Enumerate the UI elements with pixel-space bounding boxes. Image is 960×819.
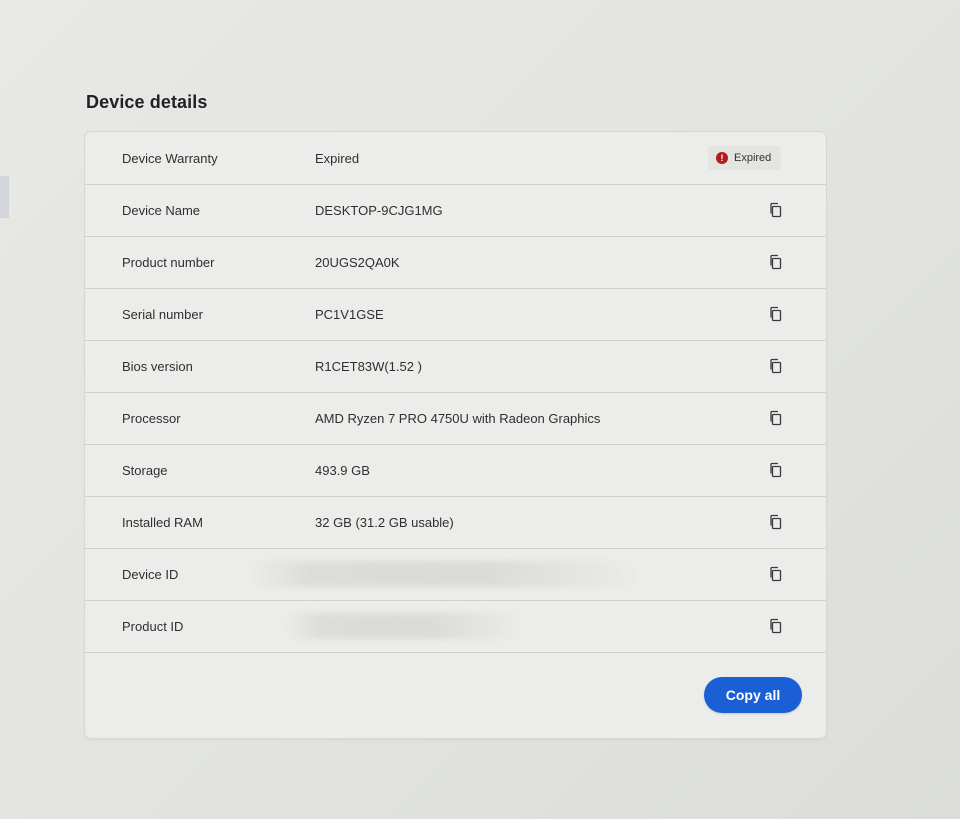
- row-product-id: Product ID: [85, 600, 826, 653]
- window-edge: [0, 176, 9, 218]
- copy-icon[interactable]: [768, 202, 784, 218]
- redacted-value: [250, 561, 640, 587]
- row-label: Device ID: [122, 566, 179, 582]
- redacted-value: [285, 613, 525, 639]
- card-footer: Copy all: [85, 656, 826, 738]
- row-value: R1CET83W(1.52 ): [315, 358, 422, 374]
- row-value: PC1V1GSE: [315, 306, 384, 322]
- row-bios-version: Bios version R1CET83W(1.52 ): [85, 340, 826, 393]
- status-badge: ! Expired: [708, 146, 782, 170]
- row-product-number: Product number 20UGS2QA0K: [85, 236, 826, 289]
- row-value: DESKTOP-9CJG1MG: [315, 202, 443, 218]
- row-label: Product ID: [122, 618, 184, 634]
- row-device-id: Device ID: [85, 548, 826, 601]
- status-badge-label: Expired: [734, 152, 772, 164]
- copy-all-button[interactable]: Copy all: [704, 677, 802, 713]
- page-title: Device details: [86, 92, 208, 112]
- row-value: 32 GB (31.2 GB usable): [315, 514, 454, 530]
- row-label: Processor: [122, 410, 181, 426]
- error-icon: !: [716, 152, 728, 164]
- copy-icon[interactable]: [768, 358, 784, 374]
- copy-icon[interactable]: [768, 306, 784, 322]
- copy-icon[interactable]: [768, 410, 784, 426]
- copy-icon[interactable]: [768, 462, 784, 478]
- row-value: Expired: [315, 150, 360, 166]
- copy-icon[interactable]: [768, 514, 784, 530]
- row-label: Installed RAM: [122, 514, 203, 530]
- row-serial-number: Serial number PC1V1GSE: [85, 288, 826, 341]
- row-label: Product number: [122, 254, 215, 270]
- row-value: 493.9 GB: [315, 462, 370, 478]
- row-label: Device Name: [122, 202, 201, 218]
- row-installed-ram: Installed RAM 32 GB (31.2 GB usable): [85, 496, 826, 549]
- row-label: Device Warranty: [122, 150, 218, 166]
- copy-icon[interactable]: [768, 566, 784, 582]
- row-label: Bios version: [122, 358, 193, 374]
- row-processor: Processor AMD Ryzen 7 PRO 4750U with Rad…: [85, 392, 826, 445]
- row-label: Storage: [122, 462, 168, 478]
- device-details-card: Device Warranty Expired ! Expired Device…: [85, 132, 826, 738]
- row-label: Serial number: [122, 306, 203, 322]
- copy-icon[interactable]: [768, 254, 784, 270]
- row-storage: Storage 493.9 GB: [85, 444, 826, 497]
- row-device-warranty: Device Warranty Expired ! Expired: [85, 132, 826, 185]
- row-value: AMD Ryzen 7 PRO 4750U with Radeon Graphi…: [315, 410, 601, 426]
- row-value: 20UGS2QA0K: [315, 254, 400, 270]
- copy-icon[interactable]: [768, 618, 784, 634]
- row-device-name: Device Name DESKTOP-9CJG1MG: [85, 184, 826, 237]
